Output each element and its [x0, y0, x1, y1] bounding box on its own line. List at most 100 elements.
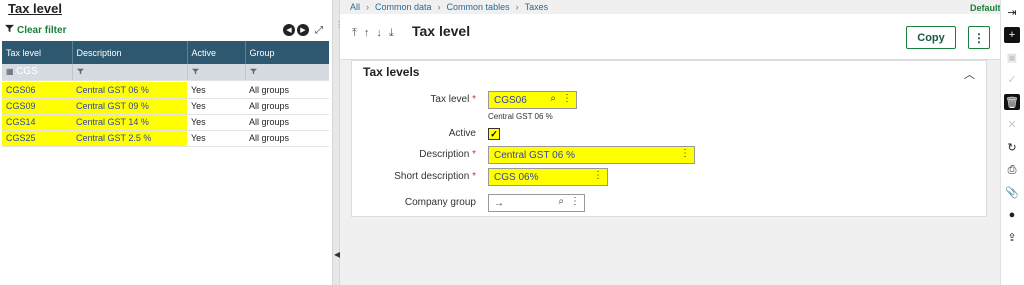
tax-level-field-value: CGS06	[494, 94, 527, 106]
previous-page-icon[interactable]: ◀	[283, 24, 295, 36]
breadcrumb: All › Common data › Common tables › Taxe…	[350, 2, 548, 12]
default-selector-label: Default	[970, 3, 1001, 13]
column-header-group[interactable]: Group	[245, 41, 329, 64]
new-record-icon[interactable]: +	[1004, 26, 1020, 43]
short-description-field-value: CGS 06%	[494, 171, 539, 183]
clear-filter-label: Clear filter	[17, 24, 67, 36]
detail-panel: All › Common data › Common tables › Taxe…	[340, 0, 1001, 285]
comment-icon[interactable]: ●	[1004, 207, 1020, 223]
tax-level-field[interactable]: CGS06 ⌕ ⋮	[488, 91, 577, 109]
breadcrumb-taxes[interactable]: Taxes	[525, 2, 549, 12]
required-asterisk: *	[472, 94, 476, 105]
required-asterisk: *	[472, 149, 476, 160]
clear-filter-button[interactable]: Clear filter	[5, 24, 66, 36]
first-record-icon[interactable]: ⤒	[352, 27, 357, 40]
save-icon[interactable]: ▣	[1004, 49, 1020, 65]
search-icon[interactable]: ⌕	[550, 93, 556, 104]
cell-group: All groups	[245, 114, 329, 131]
field-menu-icon[interactable]: ⋮	[680, 148, 690, 159]
cell-description: Central GST 09 %	[72, 98, 187, 115]
arrow-right-icon: →	[494, 197, 504, 209]
print-icon[interactable]: ⎙	[1004, 162, 1020, 178]
company-group-field[interactable]: → ⌕ ⋮	[488, 194, 585, 212]
previous-record-icon[interactable]: ↑	[364, 27, 370, 40]
cell-tax-level[interactable]: CGS14	[2, 114, 72, 131]
table-row[interactable]: CGS09 Central GST 09 % Yes All groups	[2, 98, 329, 115]
chevron-up-icon[interactable]: ︿	[964, 66, 975, 82]
breadcrumb-separator: ›	[366, 2, 370, 12]
cell-active: Yes	[187, 130, 245, 147]
filter-group[interactable]	[245, 64, 329, 81]
tax-levels-section: Tax levels ︿ Tax level * CGS06 ⌕ ⋮ Centr…	[351, 60, 987, 217]
search-icon[interactable]: ⌕	[558, 196, 564, 207]
cell-tax-level[interactable]: CGS09	[2, 98, 72, 115]
field-menu-icon[interactable]: ⋮	[593, 170, 603, 181]
required-asterisk: *	[472, 171, 476, 182]
cell-active: Yes	[187, 114, 245, 131]
filter-tax-level[interactable]: ▦ CGS	[2, 64, 73, 81]
filter-tax-level-value: CGS	[16, 66, 38, 78]
tax-level-description-text: Central GST 06 %	[488, 112, 553, 121]
active-label: Active	[448, 128, 476, 139]
breadcrumb-common-tables[interactable]: Common tables	[447, 2, 510, 12]
left-panel: Tax level Clear filter ◀ ▶ ⤢ Tax level D…	[0, 0, 332, 285]
filter-icon	[76, 67, 84, 77]
description-field[interactable]: Central GST 06 % ⋮	[488, 146, 695, 164]
filter-icon	[191, 67, 199, 77]
left-panel-title[interactable]: Tax level	[8, 1, 62, 16]
short-description-label: Short description	[394, 171, 470, 182]
cell-group: All groups	[245, 82, 329, 99]
field-menu-icon[interactable]: ⋮	[562, 93, 572, 104]
column-header-description[interactable]: Description	[72, 41, 188, 64]
breadcrumb-common-data[interactable]: Common data	[375, 2, 432, 12]
next-page-icon[interactable]: ▶	[297, 24, 309, 36]
company-group-label: Company group	[404, 197, 476, 208]
filter-icon	[5, 24, 14, 36]
panel-splitter[interactable]: ⋮ ◀	[332, 0, 343, 285]
description-label-wrap: Description *	[346, 149, 476, 160]
short-description-field[interactable]: CGS 06% ⋮	[488, 168, 608, 186]
cell-description: Central GST 2.5 %	[72, 130, 187, 147]
table-row[interactable]: CGS06 Central GST 06 % Yes All groups	[2, 82, 329, 99]
export-icon[interactable]: ⇪	[1004, 230, 1020, 246]
active-checkbox[interactable]: ✓	[488, 128, 500, 140]
exit-icon[interactable]: ⇥	[1004, 4, 1020, 20]
refresh-icon[interactable]: ↻	[1004, 140, 1020, 156]
filter-row: ▦ CGS	[2, 64, 329, 81]
table-row[interactable]: CGS25 Central GST 2.5 % Yes All groups	[2, 130, 329, 147]
tax-level-label-wrap: Tax level *	[346, 94, 476, 105]
cell-active: Yes	[187, 82, 245, 99]
filter-icon	[249, 67, 257, 77]
section-title: Tax levels	[363, 65, 420, 79]
filter-grid-icon: ▦	[6, 67, 14, 77]
cell-description: Central GST 06 %	[72, 82, 187, 99]
cancel-icon[interactable]: ✕	[1004, 117, 1020, 133]
breadcrumb-separator: ›	[515, 2, 519, 12]
breadcrumb-all[interactable]: All	[350, 2, 360, 12]
filter-active[interactable]	[187, 64, 246, 81]
expand-icon[interactable]: ⤢	[315, 25, 323, 36]
cell-group: All groups	[245, 130, 329, 147]
table-row[interactable]: CGS14 Central GST 14 % Yes All groups	[2, 114, 329, 131]
column-header-active[interactable]: Active	[187, 41, 246, 64]
attachment-icon[interactable]: 📎	[1004, 185, 1020, 201]
delete-icon[interactable]: 🗑	[1004, 94, 1020, 111]
breadcrumb-separator: ›	[437, 2, 441, 12]
cell-tax-level[interactable]: CGS25	[2, 130, 72, 147]
copy-button[interactable]: Copy	[906, 26, 956, 49]
more-actions-button[interactable]: ⋮	[968, 26, 990, 49]
validate-icon[interactable]: ✓	[1004, 72, 1020, 88]
cell-group: All groups	[245, 98, 329, 115]
field-menu-icon[interactable]: ⋮	[570, 196, 580, 207]
tax-level-table: Tax level Description Active Group ▦ CGS	[2, 41, 329, 147]
cell-description: Central GST 14 %	[72, 114, 187, 131]
cell-tax-level[interactable]: CGS06	[2, 82, 72, 99]
record-header: ⤒ ↑ ↓ ⤓ Tax level Copy ⋮	[340, 14, 1000, 60]
next-record-icon[interactable]: ↓	[376, 27, 382, 40]
filter-description[interactable]	[72, 64, 188, 81]
last-record-icon[interactable]: ⤓	[389, 27, 394, 40]
description-field-value: Central GST 06 %	[494, 149, 575, 161]
column-header-tax-level[interactable]: Tax level	[2, 41, 73, 64]
right-toolbar: ⇥ + ▣ ✓ 🗑 ✕ ↻ ⎙ 📎 ● ⇪	[1000, 0, 1024, 285]
record-navigation: ⤒ ↑ ↓ ⤓	[352, 27, 394, 40]
